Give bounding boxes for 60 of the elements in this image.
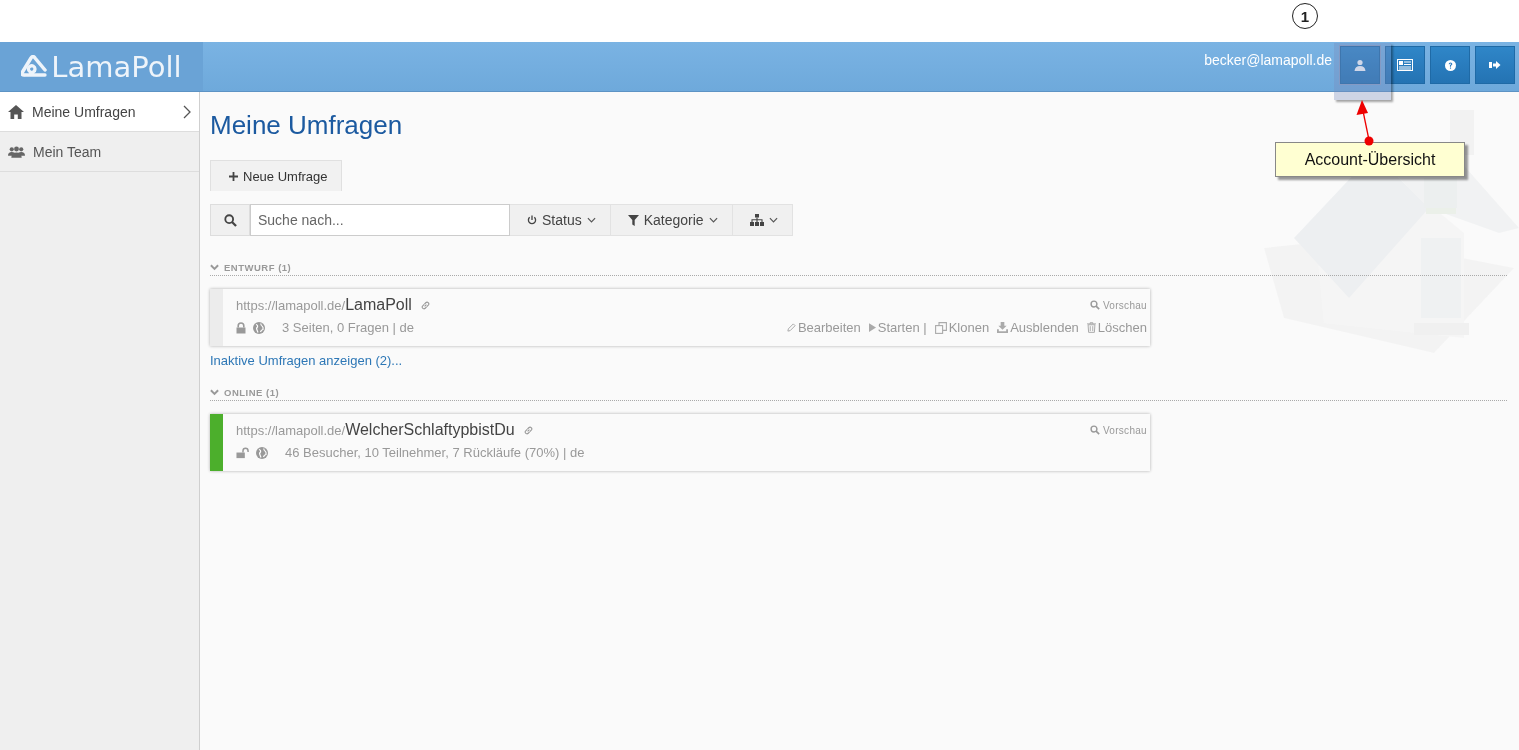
filter-dropdown[interactable]: Status (510, 204, 611, 236)
help-button[interactable] (1430, 46, 1470, 84)
user-button[interactable] (1340, 46, 1380, 84)
user-email: becker@lamapoll.de (1204, 52, 1332, 70)
action-link[interactable]: Löschen (1086, 320, 1147, 335)
filter-dropdown[interactable]: Kategorie (610, 204, 733, 236)
help-icon (1444, 59, 1456, 71)
search-icon (223, 213, 237, 227)
view-dropdown[interactable] (732, 204, 793, 236)
power-icon (527, 215, 537, 225)
filter-icon (627, 214, 639, 226)
caret-icon (768, 217, 778, 223)
search-icon (1089, 300, 1100, 310)
team-icon (8, 145, 25, 158)
survey-name[interactable]: LamaPoll (345, 296, 412, 314)
trash-icon (1086, 322, 1096, 333)
survey-url-base: https://lamapoll.de/ (236, 297, 346, 313)
play-icon (868, 323, 876, 332)
section-heading[interactable]: ONLINE (1) (224, 387, 280, 398)
download-icon (997, 322, 1009, 333)
user-icon (1354, 59, 1366, 71)
step-number: 1 (1292, 3, 1318, 29)
logout-button[interactable] (1475, 46, 1515, 84)
chevron-right-icon (183, 104, 191, 119)
action-link[interactable]: Bearbeiten (786, 320, 861, 335)
home-icon (8, 104, 24, 119)
callout-label: Account-Übersicht (1275, 142, 1465, 177)
survey-url-base: https://lamapoll.de/ (236, 422, 346, 438)
section-heading[interactable]: ENTWURF (1) (224, 262, 292, 273)
survey-stats: 3 Seiten, 0 Fragen | de (282, 320, 415, 335)
sidebar-item[interactable]: Mein Team (0, 132, 199, 172)
survey-name[interactable]: WelcherSchlaftypbistDu (345, 421, 515, 439)
link-icon (522, 424, 534, 436)
action-link[interactable]: Ausblenden (997, 320, 1079, 335)
link-icon (419, 299, 431, 311)
highlight-frame (1334, 43, 1391, 100)
page-title: Meine Umfragen (210, 110, 403, 141)
search-icon (1089, 425, 1100, 435)
logo[interactable]: LamaPoll (0, 42, 203, 91)
survey-stats: 46 Besucher, 10 Teilnehmer, 7 Rückläufe (70%) | de (285, 445, 585, 460)
new-survey-button[interactable]: Neue Umfrage (210, 160, 342, 191)
logout-icon (1489, 59, 1501, 71)
caret-icon (586, 217, 596, 223)
search-field[interactable]: Suche nach... (250, 204, 510, 236)
hierarchy-icon (749, 214, 764, 226)
pointer-arrow (1355, 99, 1375, 147)
preview-link[interactable]: Vorschau (1089, 299, 1147, 311)
action-link[interactable]: Starten | (868, 320, 927, 335)
newspaper-button[interactable] (1385, 46, 1425, 84)
newspaper-icon (1397, 59, 1413, 71)
copy-icon (934, 321, 947, 334)
globe-icon (253, 321, 265, 334)
globe-icon (256, 446, 268, 459)
action-link[interactable]: Klonen (934, 320, 990, 335)
search-button[interactable] (210, 204, 250, 236)
preview-link[interactable]: Vorschau (1089, 424, 1147, 436)
plus-icon (229, 171, 238, 181)
caret-icon (708, 217, 718, 223)
pencil-icon (786, 323, 796, 332)
sidebar-item[interactable]: Meine Umfragen (0, 92, 199, 132)
